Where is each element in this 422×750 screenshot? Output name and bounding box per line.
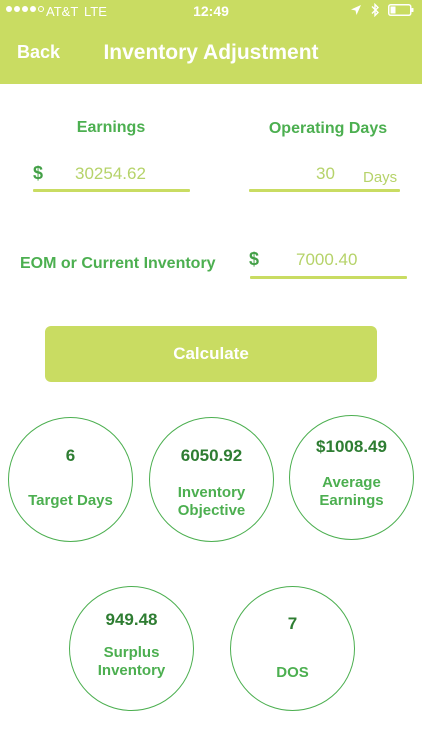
target-days-result: 6 Target Days — [8, 417, 133, 542]
dos-label: DOS — [276, 664, 309, 681]
average-earnings-result: $1008.49 Average Earnings — [289, 415, 414, 540]
bluetooth-icon — [371, 3, 379, 17]
inventory-input[interactable]: 7000.40 — [296, 250, 357, 270]
status-bar: AT&T LTE 12:49 — [0, 0, 422, 22]
page-title: Inventory Adjustment — [103, 41, 319, 64]
surplus-inventory-label-line2: Inventory — [97, 662, 166, 679]
nav-header: AT&T LTE 12:49 Back Inventory Adjustment — [0, 0, 422, 84]
battery-icon — [388, 4, 414, 16]
operating-days-input[interactable]: 30 — [316, 164, 335, 184]
operating-days-label: Operating Days — [268, 120, 388, 137]
dos-result: 7 DOS — [230, 586, 355, 711]
inventory-objective-label-line2: Objective — [177, 502, 246, 519]
surplus-inventory-result: 949.48 Surplus Inventory — [69, 586, 194, 711]
target-days-value: 6 — [65, 446, 76, 465]
surplus-inventory-value: 949.48 — [105, 610, 158, 629]
inventory-underline — [250, 276, 407, 279]
average-earnings-label-line2: Earnings — [319, 492, 384, 509]
average-earnings-value: $1008.49 — [316, 437, 387, 456]
target-days-label: Target Days — [28, 492, 113, 509]
days-unit-label: Days — [363, 169, 398, 186]
inventory-currency-symbol: $ — [249, 249, 260, 269]
inventory-label: EOM or Current Inventory — [20, 255, 216, 272]
surplus-inventory-label-line1: Surplus — [103, 644, 160, 661]
operating-days-underline — [249, 189, 400, 192]
status-icons — [350, 3, 414, 17]
earnings-label: Earnings — [76, 119, 146, 136]
dos-value: 7 — [287, 614, 298, 633]
location-arrow-icon — [351, 5, 361, 15]
average-earnings-label-line1: Average — [322, 474, 381, 491]
inventory-objective-value: 6050.92 — [180, 446, 243, 465]
calculate-button[interactable]: Calculate — [45, 326, 377, 382]
earnings-currency-symbol: $ — [33, 163, 44, 183]
inventory-objective-label-line1: Inventory — [177, 484, 246, 501]
earnings-input[interactable]: 30254.62 — [75, 164, 146, 184]
earnings-underline — [33, 189, 190, 192]
inventory-objective-result: 6050.92 Inventory Objective — [149, 417, 274, 542]
